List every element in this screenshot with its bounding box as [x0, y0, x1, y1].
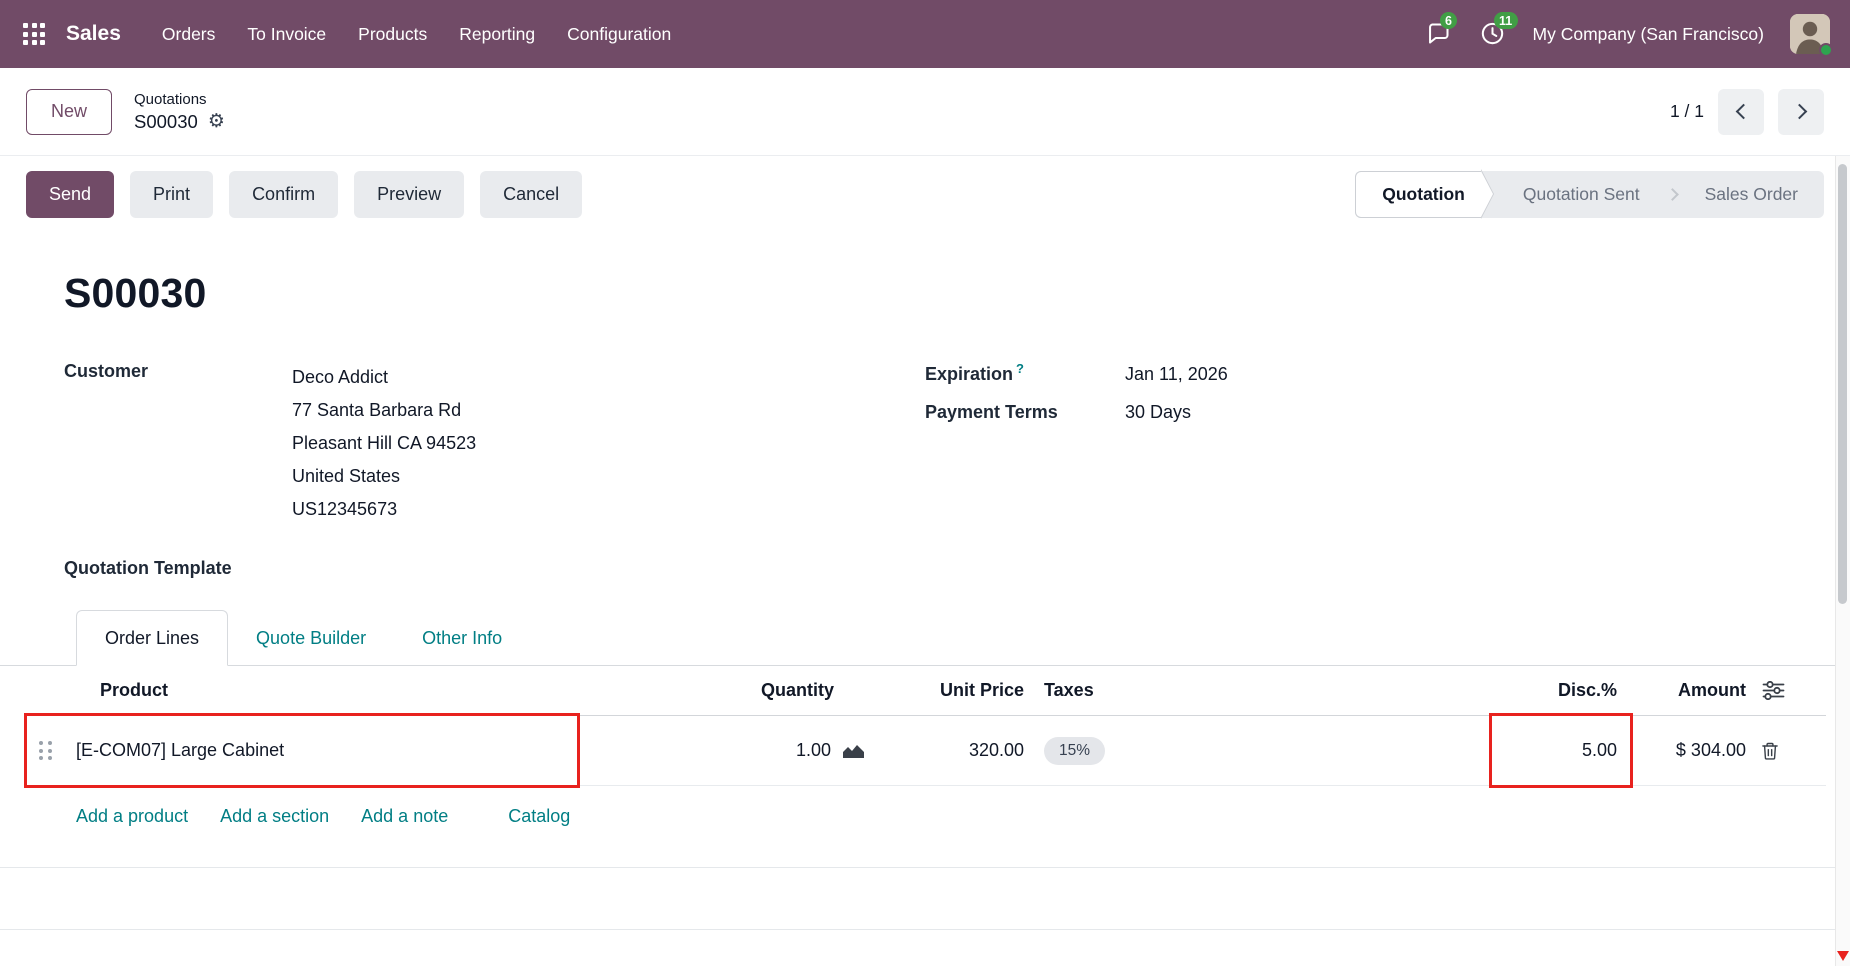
help-question-icon[interactable]: ?: [1016, 361, 1024, 376]
confirm-button[interactable]: Confirm: [229, 171, 338, 218]
systray: 6 11 My Company (San Francisco): [1425, 14, 1830, 54]
order-line-amount-cell: $ 304.00: [1625, 740, 1750, 761]
menu-item-reporting[interactable]: Reporting: [446, 15, 548, 54]
tab-other-info[interactable]: Other Info: [394, 611, 530, 665]
menu-item-products[interactable]: Products: [345, 15, 440, 54]
order-line-taxes-cell: 15%: [1030, 737, 1485, 765]
order-line-discount-cell[interactable]: 5.00: [1485, 716, 1625, 785]
annotation-scroll-down-marker: [1837, 951, 1849, 961]
order-lines-table: Product Quantity Unit Price Taxes Disc.%…: [24, 666, 1826, 851]
control-panel: New Quotations S00030 ⚙ 1 / 1: [0, 68, 1850, 156]
tax-badge[interactable]: 15%: [1044, 737, 1105, 765]
taxes-column-header: Taxes: [1030, 680, 1485, 701]
breadcrumb-current: S00030: [134, 111, 198, 133]
add-note-link[interactable]: Add a note: [361, 806, 448, 827]
user-avatar[interactable]: [1790, 14, 1830, 54]
tab-order-lines[interactable]: Order Lines: [76, 610, 228, 666]
expiration-date-field[interactable]: Jan 11, 2026: [1125, 364, 1228, 385]
menu-item-orders[interactable]: Orders: [149, 15, 228, 54]
tab-quote-builder[interactable]: Quote Builder: [228, 611, 394, 665]
apps-grid-icon: [23, 23, 45, 45]
quantity-value: 1.00: [796, 740, 831, 761]
quantity-column-header: Quantity: [580, 680, 870, 701]
payment-terms-label: Payment Terms: [925, 402, 1125, 423]
company-switcher[interactable]: My Company (San Francisco): [1533, 24, 1764, 45]
status-separator-chevron-icon: [1666, 188, 1679, 201]
unit-price-column-header: Unit Price: [870, 680, 1030, 701]
order-line-product-cell[interactable]: [E-COM07] Large Cabinet: [66, 716, 580, 785]
pager-value[interactable]: 1 / 1: [1670, 101, 1704, 122]
status-step-quotation[interactable]: Quotation: [1355, 171, 1481, 218]
customer-address-line: Pleasant Hill CA 94523: [292, 427, 476, 460]
chevron-left-icon: [1735, 104, 1751, 120]
gear-icon[interactable]: ⚙: [208, 112, 225, 131]
action-bar: Send Print Confirm Preview Cancel Quotat…: [0, 156, 1850, 232]
send-button[interactable]: Send: [26, 171, 114, 218]
forecast-chart-icon[interactable]: [843, 742, 864, 759]
sliders-icon: [1762, 681, 1785, 700]
activities-count-badge: 11: [1494, 12, 1518, 29]
menu-item-to-invoice[interactable]: To Invoice: [234, 15, 339, 54]
scrollbar-thumb[interactable]: [1838, 164, 1847, 604]
add-section-link[interactable]: Add a section: [220, 806, 329, 827]
customer-address-line: United States: [292, 460, 476, 493]
customer-name-field[interactable]: Deco Addict: [292, 361, 476, 394]
trash-icon: [1760, 740, 1780, 762]
pager-next-button[interactable]: [1778, 89, 1824, 135]
customer-address-line: 77 Santa Barbara Rd: [292, 394, 476, 427]
order-line-row: [E-COM07] Large Cabinet 1.00 320.00 15% …: [24, 716, 1826, 786]
activities-button[interactable]: 11: [1479, 20, 1507, 48]
drag-handle[interactable]: [24, 741, 66, 760]
form-sheet: S00030 Customer Deco Addict 77 Santa Bar…: [0, 270, 1850, 930]
amount-column-header: Amount: [1625, 680, 1750, 701]
discount-column-header: Disc.%: [1485, 680, 1625, 701]
optional-columns-button[interactable]: [1750, 681, 1826, 700]
quotation-template-label: Quotation Template: [64, 558, 1850, 579]
menu-item-configuration[interactable]: Configuration: [554, 15, 684, 54]
vertical-scrollbar[interactable]: [1835, 156, 1850, 966]
payment-terms-field[interactable]: 30 Days: [1125, 402, 1191, 423]
catalog-link[interactable]: Catalog: [508, 806, 570, 827]
pager-previous-button[interactable]: [1718, 89, 1764, 135]
drag-handle-icon: [39, 741, 52, 760]
main-menu: Orders To Invoice Products Reporting Con…: [149, 15, 684, 54]
chevron-right-icon: [1791, 104, 1807, 120]
new-button[interactable]: New: [26, 89, 112, 135]
app-name[interactable]: Sales: [66, 22, 121, 46]
record-title: S00030: [64, 270, 1850, 317]
order-line-quantity-cell[interactable]: 1.00: [580, 740, 870, 761]
status-step-quotation-sent[interactable]: Quotation Sent: [1497, 171, 1666, 218]
cancel-button[interactable]: Cancel: [480, 171, 582, 218]
order-lines-footer: Add a product Add a section Add a note C…: [24, 786, 1826, 851]
customer-label: Customer: [64, 361, 148, 381]
messages-count-badge: 6: [1440, 12, 1458, 29]
apps-menu-button[interactable]: [16, 16, 52, 52]
order-lines-header-row: Product Quantity Unit Price Taxes Disc.%…: [24, 666, 1826, 716]
statusbar: Quotation Quotation Sent Sales Order: [1355, 171, 1824, 218]
delete-line-button[interactable]: [1750, 740, 1826, 762]
product-name: [E-COM07] Large Cabinet: [76, 740, 284, 761]
divider: [0, 867, 1850, 868]
pager: 1 / 1: [1670, 89, 1824, 135]
product-column-header: Product: [66, 680, 580, 701]
order-line-unit-price-cell[interactable]: 320.00: [870, 740, 1030, 761]
divider: [0, 929, 1850, 930]
notebook-tabs: Order Lines Quote Builder Other Info: [0, 609, 1850, 666]
status-step-sales-order[interactable]: Sales Order: [1679, 171, 1824, 218]
breadcrumb-parent-link[interactable]: Quotations: [134, 91, 225, 108]
customer-address-line: US12345673: [292, 493, 476, 526]
form-fields: Customer Deco Addict 77 Santa Barbara Rd…: [64, 361, 1786, 526]
add-product-link[interactable]: Add a product: [76, 806, 188, 827]
top-navbar: Sales Orders To Invoice Products Reporti…: [0, 0, 1850, 68]
print-button[interactable]: Print: [130, 171, 213, 218]
messages-button[interactable]: 6: [1425, 20, 1453, 48]
discount-value: 5.00: [1582, 740, 1617, 761]
online-status-dot: [1819, 43, 1833, 57]
preview-button[interactable]: Preview: [354, 171, 464, 218]
expiration-label: Expiration?: [925, 361, 1125, 385]
breadcrumb: Quotations S00030 ⚙: [134, 91, 225, 133]
